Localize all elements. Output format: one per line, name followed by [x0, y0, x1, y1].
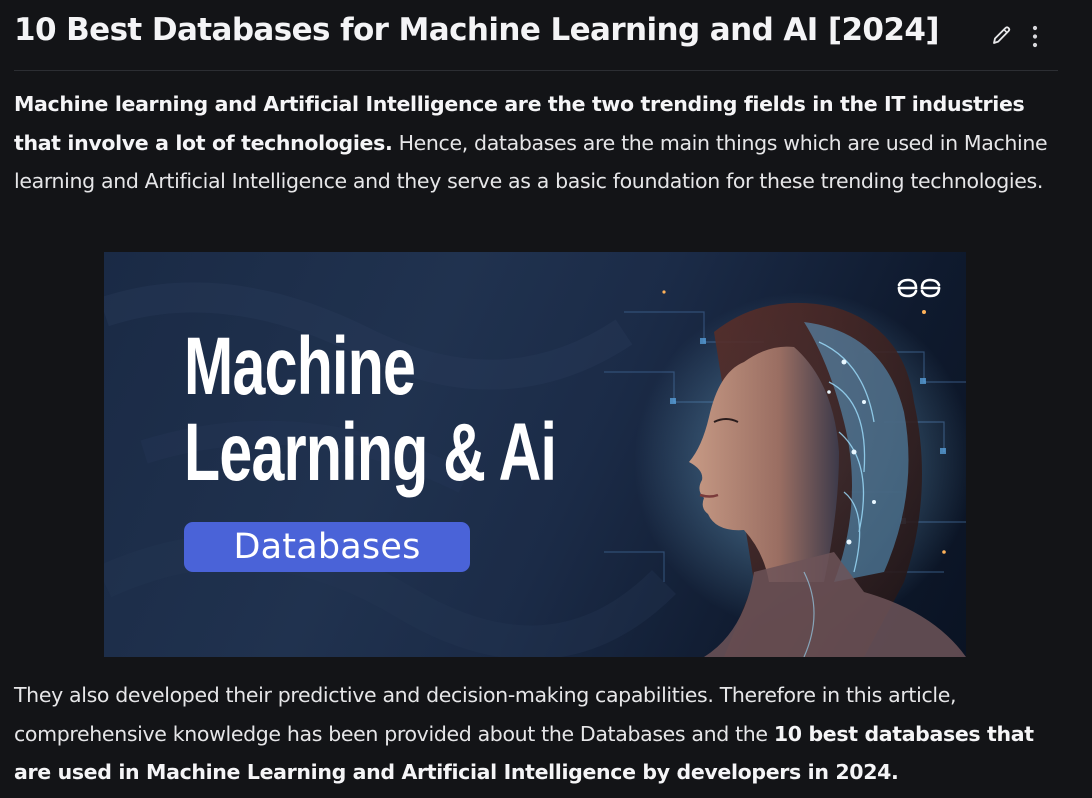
article-header: 10 Best Databases for Machine Learning a…: [14, 6, 1058, 71]
edit-button[interactable]: [990, 23, 1014, 47]
banner-headline: Machine Learning & Ai: [184, 321, 557, 498]
vertical-ellipsis-icon: [1032, 25, 1038, 48]
more-options-button[interactable]: [1024, 21, 1046, 51]
banner-databases-pill: Databases: [184, 522, 470, 572]
article-title: 10 Best Databases for Machine Learning a…: [14, 12, 940, 48]
outro-paragraph: They also developed their predictive and…: [14, 676, 1074, 792]
intro-paragraph: Machine learning and Artificial Intellig…: [14, 85, 1064, 201]
gfg-logo-icon: [897, 278, 941, 298]
article-banner-image: Machine Learning & Ai Databases: [104, 252, 966, 657]
pencil-icon: [993, 26, 1011, 44]
banner-headline-line2: Learning & Ai: [184, 407, 557, 498]
banner-headline-line1: Machine: [184, 321, 416, 412]
